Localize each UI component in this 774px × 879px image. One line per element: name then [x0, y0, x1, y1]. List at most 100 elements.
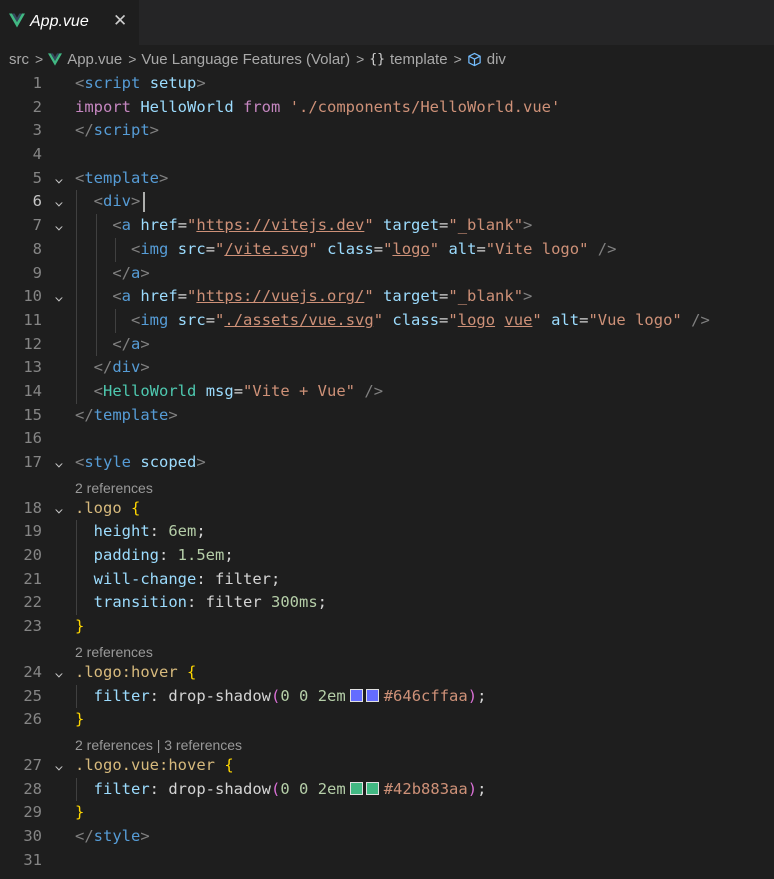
- code-line[interactable]: 7 ⌄ <a href="https://vitejs.dev" target="…: [0, 214, 774, 238]
- code-token: .logo.vue:hover: [75, 755, 215, 774]
- code-lens-link[interactable]: 2 references: [75, 477, 153, 499]
- code-token: msg: [205, 381, 234, 400]
- fold-chevron-icon[interactable]: ⌄: [48, 190, 70, 214]
- code-token: {: [224, 755, 234, 774]
- code-line[interactable]: 12 </a>: [0, 332, 774, 357]
- code-line[interactable]: 5 ⌄ <template>: [0, 167, 774, 191]
- line-number: 29: [23, 803, 42, 822]
- code-token: >: [149, 121, 160, 140]
- code-token: /vite.svg: [224, 239, 309, 258]
- code-line[interactable]: 14 <HelloWorld msg="Vite + Vue" />: [0, 379, 774, 404]
- code-line[interactable]: 24 ⌄ .logo:hover {: [0, 661, 774, 685]
- code-line[interactable]: 9 </a>: [0, 261, 774, 286]
- code-token: vue: [504, 310, 533, 329]
- code-token: 1.5em: [177, 546, 225, 565]
- code-line[interactable]: 23}: [0, 615, 774, 639]
- code-line[interactable]: 31: [0, 849, 774, 873]
- fold-chevron-icon[interactable]: ⌄: [48, 451, 70, 475]
- code-line[interactable]: 26}: [0, 708, 774, 732]
- code-text: height: 6em;: [75, 520, 206, 544]
- code-lens-link[interactable]: 2 references | 3 references: [75, 734, 242, 756]
- code-line[interactable]: 27 ⌄ .logo.vue:hover {: [0, 754, 774, 778]
- code-lens-link[interactable]: 2 references: [75, 641, 153, 663]
- breadcrumb-item-src[interactable]: src: [9, 51, 29, 68]
- code-line[interactable]: 19 height: 6em;: [0, 520, 774, 545]
- code-line[interactable]: 13 </div>: [0, 356, 774, 380]
- braces-icon: {}: [369, 51, 386, 67]
- code-line[interactable]: 16: [0, 427, 774, 451]
- code-line[interactable]: 20 padding: 1.5em;: [0, 544, 774, 568]
- color-swatch[interactable]: [349, 781, 363, 795]
- line-number: 25: [23, 686, 42, 705]
- color-swatch[interactable]: [365, 688, 379, 702]
- breadcrumb-item-template[interactable]: {} template: [369, 51, 447, 68]
- code-line[interactable]: 17 ⌄ <style scoped>: [0, 451, 774, 475]
- code-token: />: [364, 381, 384, 400]
- close-icon[interactable]: ✕: [113, 11, 127, 31]
- line-number: 23: [23, 617, 42, 636]
- breadcrumb-item-div[interactable]: div: [467, 51, 506, 68]
- code-token: >: [523, 216, 533, 235]
- code-token: #42b883aa: [383, 779, 468, 798]
- fold-chevron-icon[interactable]: ⌄: [48, 754, 70, 778]
- line-number: 2: [32, 97, 42, 116]
- line-number: 26: [23, 710, 42, 729]
- code-token: src: [177, 310, 206, 329]
- code-token: setup: [149, 74, 197, 92]
- breadcrumb: src > App.vue > Vue Language Features (V…: [0, 46, 774, 72]
- fold-chevron-icon[interactable]: ⌄: [48, 285, 70, 309]
- code-token: : filter;: [196, 569, 281, 588]
- code-line[interactable]: 21 will-change: filter;: [0, 567, 774, 592]
- code-token: =: [439, 310, 449, 329]
- code-token: :: [149, 522, 169, 541]
- code-token: <: [75, 453, 85, 471]
- code-line[interactable]: 25 filter: drop-shadow(0 0 2em #646cffaa)…: [0, 684, 774, 709]
- code-line[interactable]: 3 </script>: [0, 119, 774, 143]
- tab-bar: App.vue ✕: [0, 0, 774, 46]
- code-line[interactable]: 1 <script setup>: [0, 72, 774, 96]
- code-token: class: [327, 239, 374, 258]
- code-line[interactable]: 29}: [0, 801, 774, 825]
- code-line[interactable]: 2 import HelloWorld from './components/He…: [0, 96, 774, 120]
- breadcrumb-label: App.vue: [67, 50, 123, 68]
- code-token: </: [75, 121, 94, 140]
- code-token: "Vue logo": [588, 310, 682, 329]
- line-number: 10: [23, 287, 42, 306]
- code-line[interactable]: 6 ⌄ <div>: [0, 190, 774, 215]
- tab-app-vue[interactable]: App.vue ✕: [0, 0, 140, 45]
- code-text: </div>: [75, 356, 150, 380]
- code-line[interactable]: 4: [0, 143, 774, 167]
- fold-chevron-icon[interactable]: ⌄: [48, 661, 70, 685]
- code-line[interactable]: 30 </style>: [0, 825, 774, 849]
- fold-chevron-icon[interactable]: ⌄: [48, 497, 70, 521]
- fold-chevron-icon[interactable]: ⌄: [48, 167, 70, 191]
- code-token: : drop-shadow: [149, 686, 271, 705]
- code-line[interactable]: 10 ⌄ <a href="https://vuejs.org/" target=…: [0, 285, 774, 309]
- breadcrumb-item-app-vue[interactable]: App.vue: [48, 51, 122, 68]
- code-token: './components/HelloWorld.vue': [289, 97, 561, 116]
- code-token: div: [112, 358, 141, 377]
- code-text: <div>: [75, 190, 141, 214]
- color-swatch[interactable]: [365, 781, 379, 795]
- color-swatch[interactable]: [349, 688, 363, 702]
- code-line[interactable]: 8 <img src="/vite.svg" class="logo" alt=…: [0, 237, 774, 262]
- code-line[interactable]: 22 transition: filter 300ms;: [0, 591, 774, 616]
- breadcrumb-item-volar[interactable]: Vue Language Features (Volar): [141, 51, 350, 68]
- code-line[interactable]: 28 filter: drop-shadow(0 0 2em #42b883aa)…: [0, 777, 774, 802]
- code-line[interactable]: 18 ⌄ .logo {: [0, 497, 774, 521]
- code-token: style: [93, 826, 141, 845]
- code-token: <: [112, 216, 122, 235]
- code-editor[interactable]: 1 <script setup> 2 import HelloWorld from '…: [0, 72, 774, 872]
- code-token: =: [373, 239, 384, 258]
- fold-chevron-icon[interactable]: ⌄: [48, 214, 70, 238]
- code-line[interactable]: 11 <img src="./assets/vue.svg" class="lo…: [0, 308, 774, 333]
- code-token: script: [93, 121, 150, 140]
- code-line[interactable]: 15 </template>: [0, 404, 774, 428]
- code-token: template: [84, 168, 159, 187]
